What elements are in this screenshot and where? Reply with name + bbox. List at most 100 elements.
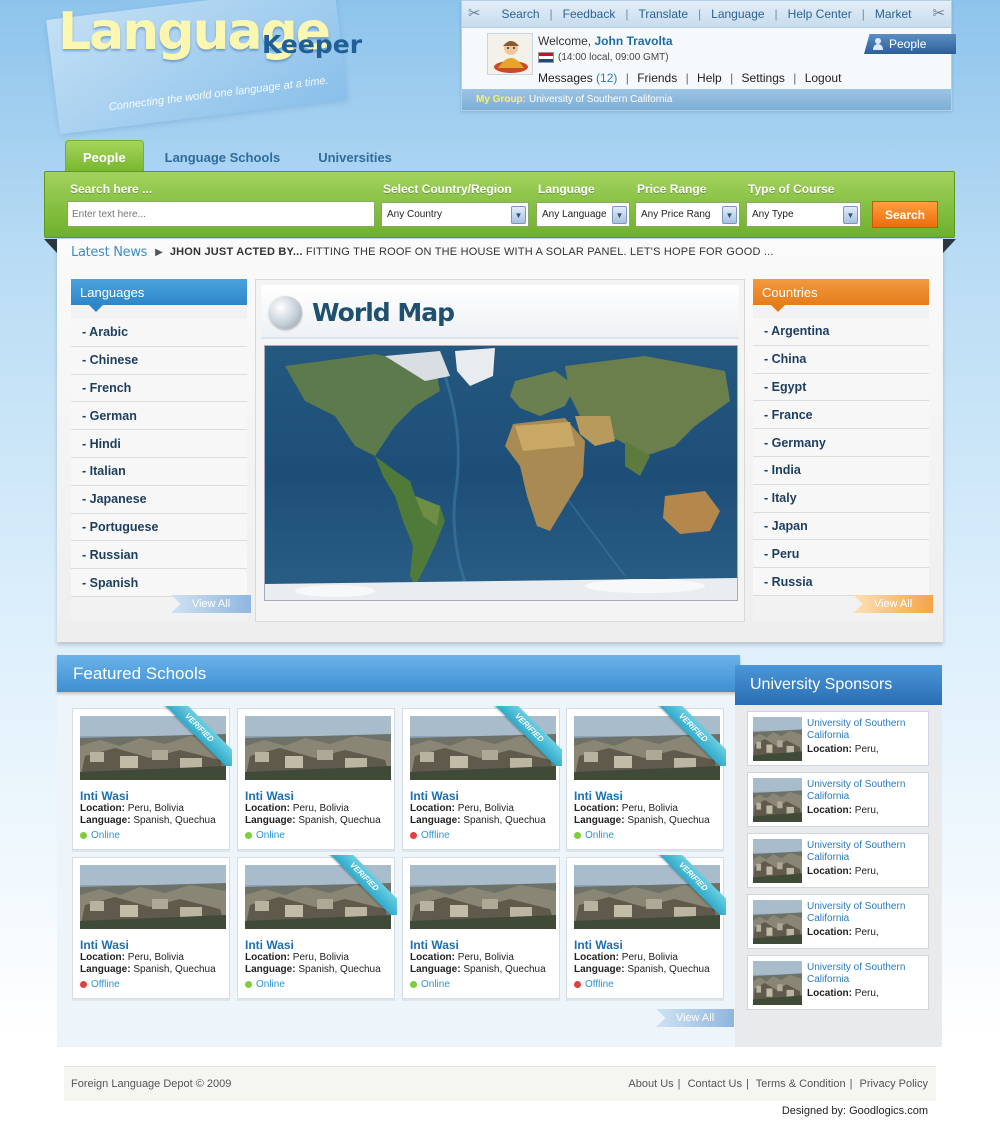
school-photo[interactable] <box>80 865 226 929</box>
language-item-french[interactable]: - French <box>71 374 247 403</box>
language-item-russian[interactable]: - Russian <box>71 541 247 570</box>
language-item-arabic[interactable]: - Arabic <box>71 319 247 347</box>
price-select[interactable]: Any Price Rang ▼ <box>635 202 740 227</box>
verified-ribbon: VERIFIED <box>321 855 397 915</box>
country-item-egypt[interactable]: - Egypt <box>753 373 929 402</box>
school-card[interactable]: VERIFIED Inti Wasi Location: Peru, Bolivia… <box>237 855 397 999</box>
sponsor-photo[interactable] <box>753 900 802 944</box>
user-name-link[interactable]: John Travolta <box>594 34 672 48</box>
footer-privacy-link[interactable]: Privacy Policy <box>860 1078 928 1090</box>
country-item-france[interactable]: - France <box>753 401 929 430</box>
sponsor-name[interactable]: University of Southern California <box>807 840 927 864</box>
top-nav-search[interactable]: Search <box>501 7 539 21</box>
tab-people[interactable]: People <box>65 140 144 174</box>
top-nav-translate[interactable]: Translate <box>638 7 688 21</box>
country-item-peru[interactable]: - Peru <box>753 540 929 569</box>
avatar[interactable] <box>487 33 533 75</box>
footer-about-link[interactable]: About Us <box>628 1078 673 1090</box>
help-link[interactable]: Help <box>697 71 722 85</box>
language-item-portuguese[interactable]: - Portuguese <box>71 513 247 542</box>
sponsor-name[interactable]: University of Southern California <box>807 901 927 925</box>
world-map-image[interactable] <box>264 345 738 601</box>
language-item-japanese[interactable]: - Japanese <box>71 485 247 514</box>
language-item-chinese[interactable]: - Chinese <box>71 346 247 375</box>
messages-count: (12) <box>596 71 618 85</box>
school-card[interactable]: Inti Wasi Location: Peru, Bolivia Language… <box>72 857 230 999</box>
news-title: Latest News <box>71 244 148 260</box>
search-label: Search here ... <box>70 182 153 196</box>
school-name[interactable]: Inti Wasi <box>80 938 129 952</box>
sponsor-photo[interactable] <box>753 839 802 883</box>
school-name[interactable]: Inti Wasi <box>574 938 623 952</box>
school-photo[interactable] <box>245 716 391 780</box>
messages-link[interactable]: Messages (12) <box>538 71 617 85</box>
school-name[interactable]: Inti Wasi <box>245 938 294 952</box>
school-name[interactable]: Inti Wasi <box>410 938 459 952</box>
school-name[interactable]: Inti Wasi <box>80 789 129 803</box>
country-item-japan[interactable]: - Japan <box>753 512 929 541</box>
language-select[interactable]: Any Language ▼ <box>536 202 630 227</box>
school-name[interactable]: Inti Wasi <box>245 789 294 803</box>
country-item-india[interactable]: - India <box>753 456 929 485</box>
settings-link[interactable]: Settings <box>742 71 785 85</box>
languages-view-all-button[interactable]: View All <box>171 595 251 613</box>
school-card[interactable]: VERIFIED Inti Wasi Location: Peru, Bolivia… <box>402 706 562 850</box>
country-item-russia[interactable]: - Russia <box>753 568 929 596</box>
country-select[interactable]: Any Country ▼ <box>381 202 529 227</box>
search-input[interactable] <box>67 201 375 227</box>
sponsor-name[interactable]: University of Southern California <box>807 962 927 986</box>
school-photo[interactable] <box>410 865 556 929</box>
school-card[interactable]: VERIFIED Inti Wasi Location: Peru, Bolivia… <box>566 855 726 999</box>
tab-language-schools[interactable]: Language Schools <box>148 140 298 174</box>
country-item-china[interactable]: - China <box>753 345 929 374</box>
school-card[interactable]: Inti Wasi Location: Peru, Bolivia Language… <box>402 857 560 999</box>
language-item-italian[interactable]: - Italian <box>71 457 247 486</box>
designed-by[interactable]: Designed by: Goodlogics.com <box>782 1105 928 1117</box>
language-item-hindi[interactable]: - Hindi <box>71 430 247 458</box>
language-item-german[interactable]: - German <box>71 402 247 431</box>
tab-universities[interactable]: Universities <box>301 140 409 174</box>
school-name[interactable]: Inti Wasi <box>410 789 459 803</box>
school-location: Location: Peru, Bolivia <box>80 952 184 963</box>
price-label: Price Range <box>637 182 707 196</box>
sponsor-card[interactable]: University of Southern California Locatio… <box>747 772 929 827</box>
language-label: Language <box>538 182 595 196</box>
school-card[interactable]: VERIFIED Inti Wasi Location: Peru, Bolivia… <box>72 706 232 850</box>
sponsor-photo[interactable] <box>753 961 802 1005</box>
friends-link[interactable]: Friends <box>637 71 677 85</box>
sponsor-name[interactable]: University of Southern California <box>807 779 927 803</box>
footer-contact-link[interactable]: Contact Us <box>688 1078 742 1090</box>
sponsors-title: University Sponsors <box>735 665 942 705</box>
status-dot-icon <box>410 981 417 988</box>
language-item-spanish[interactable]: - Spanish <box>71 569 247 597</box>
sponsor-card[interactable]: University of Southern California Locatio… <box>747 711 929 766</box>
schools-view-all-button[interactable]: View All <box>656 1009 734 1027</box>
country-item-germany[interactable]: - Germany <box>753 429 929 457</box>
sponsor-card[interactable]: University of Southern California Locatio… <box>747 955 929 1010</box>
countries-view-all-button[interactable]: View All <box>853 595 933 613</box>
flag-icon <box>538 52 554 63</box>
sponsor-card[interactable]: University of Southern California Locatio… <box>747 833 929 888</box>
school-card[interactable]: VERIFIED Inti Wasi Location: Peru, Bolivia… <box>566 706 726 850</box>
top-nav-market[interactable]: Market <box>875 7 912 21</box>
course-select[interactable]: Any Type ▼ <box>746 202 861 227</box>
status-dot-icon <box>80 832 87 839</box>
top-nav-language[interactable]: Language <box>711 7 764 21</box>
sponsor-card[interactable]: University of Southern California Locatio… <box>747 894 929 949</box>
news-ticker[interactable]: JHON JUST ACTED BY... FITTING THE ROOF O… <box>170 246 774 258</box>
sponsor-name[interactable]: University of Southern California <box>807 718 927 742</box>
sponsor-photo[interactable] <box>753 717 802 761</box>
my-group-link[interactable]: University of Southern California <box>529 94 672 105</box>
people-button[interactable]: People <box>864 34 956 54</box>
logout-link[interactable]: Logout <box>805 71 842 85</box>
country-item-argentina[interactable]: - Argentina <box>753 318 929 346</box>
top-nav-feedback[interactable]: Feedback <box>563 7 616 21</box>
school-name[interactable]: Inti Wasi <box>574 789 623 803</box>
school-status: Online <box>574 830 614 841</box>
country-item-italy[interactable]: - Italy <box>753 484 929 513</box>
sponsor-photo[interactable] <box>753 778 802 822</box>
search-button[interactable]: Search <box>872 201 938 228</box>
school-card[interactable]: Inti Wasi Location: Peru, Bolivia Language… <box>237 708 395 850</box>
footer-terms-link[interactable]: Terms & Condition <box>756 1078 846 1090</box>
top-nav-help-center[interactable]: Help Center <box>788 7 852 21</box>
